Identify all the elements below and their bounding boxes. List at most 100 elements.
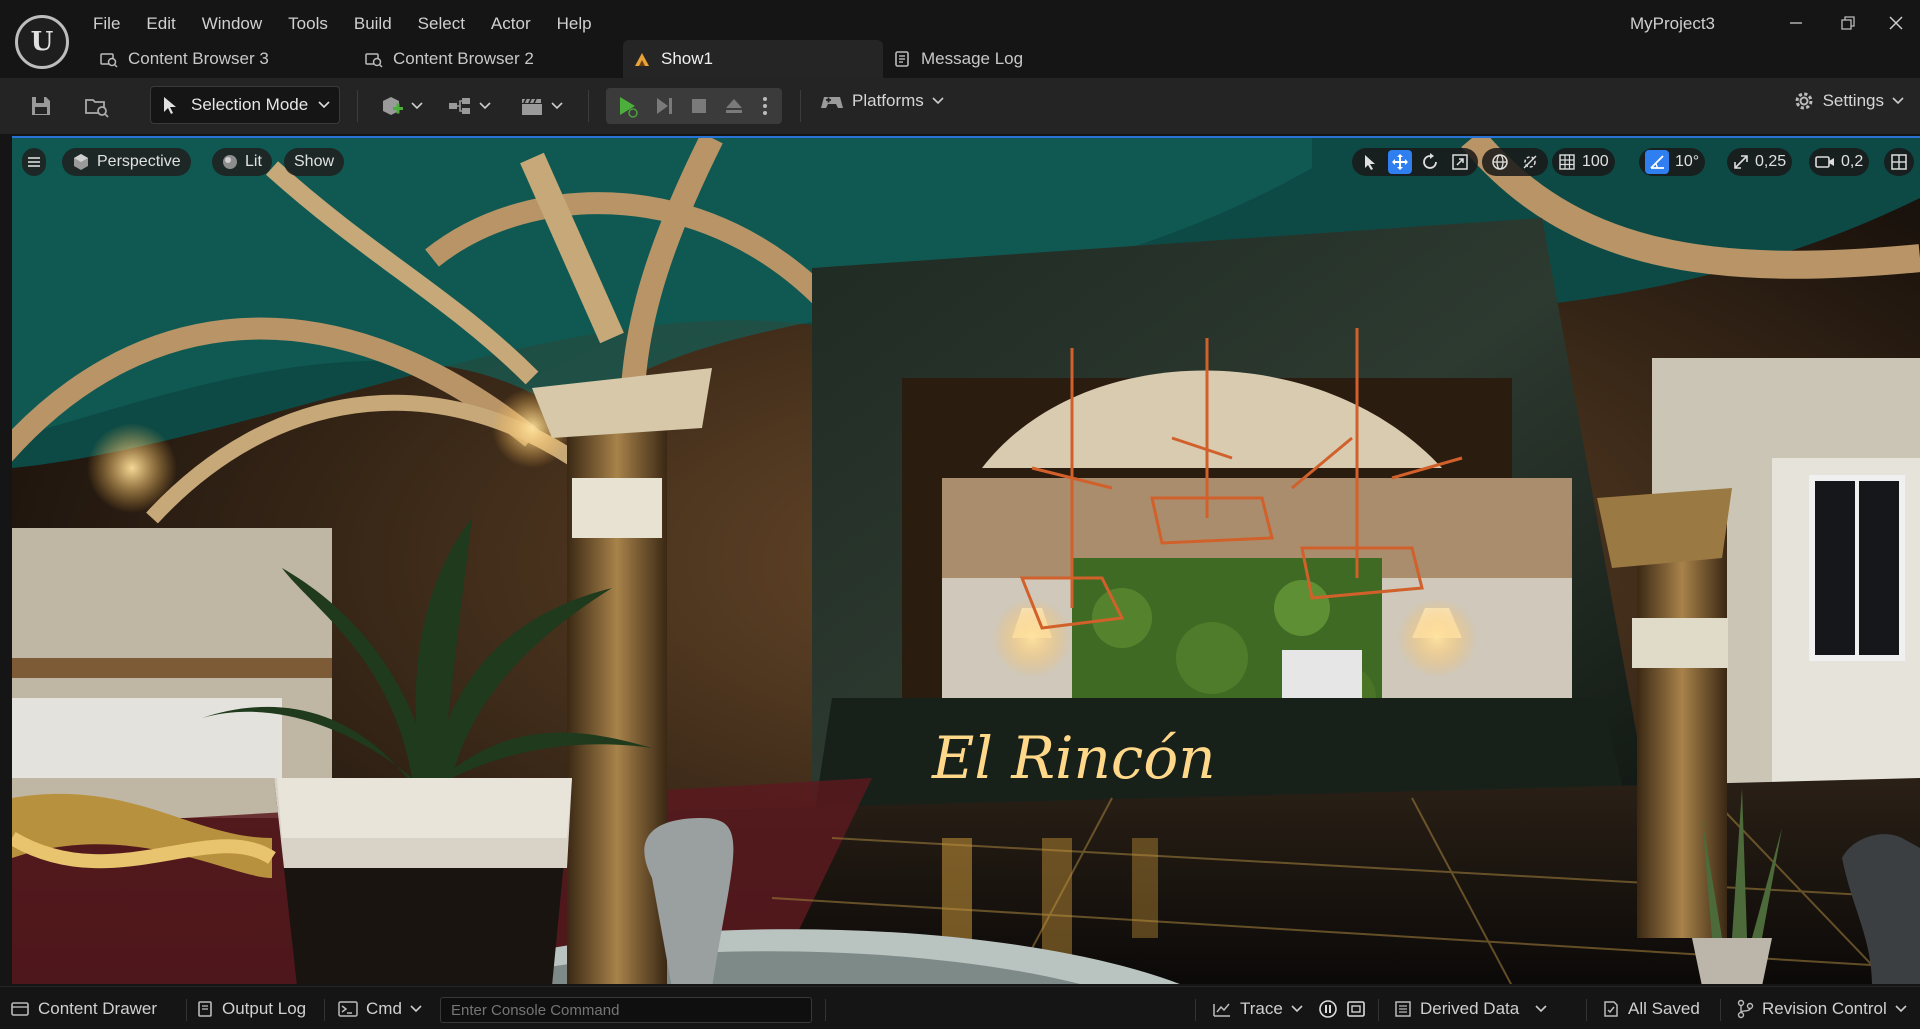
translate-tool-button[interactable] [1388, 150, 1412, 174]
angle-icon [1645, 150, 1669, 174]
main-toolbar: Selection Mode Platforms Settings [0, 78, 1920, 134]
menu-help[interactable]: Help [544, 10, 605, 38]
scale-icon [1452, 154, 1468, 170]
selection-mode-dropdown[interactable]: Selection Mode [150, 86, 340, 124]
derived-data-dropdown[interactable]: Derived Data [1394, 995, 1547, 1023]
restore-icon [1841, 16, 1855, 30]
step-forward-button[interactable] [650, 86, 678, 126]
rotation-snap-value: 10° [1675, 153, 1700, 170]
clapperboard-icon [522, 98, 542, 115]
trace-label: Trace [1240, 999, 1283, 1018]
toolbar-separator [357, 90, 358, 122]
content-browser-icon [85, 99, 109, 118]
grid-icon [1559, 154, 1575, 170]
logo-glyph: U [30, 27, 54, 57]
surface-snap-icon [1523, 155, 1537, 169]
viewport-layout-button[interactable] [1884, 148, 1914, 176]
show-flags-button[interactable]: Show [284, 148, 345, 176]
restore-button[interactable] [1824, 6, 1872, 40]
blueprint-icon [449, 98, 470, 114]
chevron-down-icon [318, 101, 330, 109]
browse-content-button[interactable] [80, 86, 114, 126]
rotate-tool-button[interactable] [1418, 150, 1442, 174]
statusbar-separator [1720, 999, 1721, 1021]
save-button[interactable] [24, 86, 58, 126]
play-button[interactable] [612, 86, 642, 126]
all-saved-label: All Saved [1628, 999, 1700, 1018]
scale-snap-icon [1734, 155, 1748, 169]
unreal-logo[interactable]: U [15, 15, 69, 69]
grid-snap-button[interactable]: 100 [1552, 148, 1615, 176]
chevron-down-icon [411, 102, 423, 110]
play-icon [620, 97, 638, 118]
trace-screenshot-button[interactable] [1346, 995, 1366, 1023]
revision-control-dropdown[interactable]: Revision Control [1736, 995, 1907, 1023]
eject-button[interactable] [720, 86, 748, 126]
camera-speed-button[interactable]: 0,2 [1809, 148, 1870, 176]
menu-file[interactable]: File [80, 10, 133, 38]
perspective-button[interactable]: Perspective [62, 148, 191, 176]
coordinate-space-group [1482, 148, 1548, 176]
surface-snapping-button[interactable] [1518, 150, 1542, 174]
level-icon [633, 50, 651, 68]
gamepad-icon [821, 97, 843, 108]
cmd-dropdown[interactable]: Cmd [338, 995, 422, 1023]
tab-content-browser-3[interactable]: Content Browser 3 [90, 40, 355, 78]
tab-content-browser-2[interactable]: Content Browser 2 [355, 40, 623, 78]
minimize-icon [1790, 22, 1802, 24]
output-log-button[interactable]: Output Log [196, 995, 306, 1023]
menu-tools[interactable]: Tools [275, 10, 341, 38]
tab-message-log[interactable]: Message Log [883, 40, 1053, 78]
blueprints-button[interactable] [444, 86, 494, 126]
console-command-input[interactable] [440, 997, 812, 1023]
minimize-button[interactable] [1772, 6, 1820, 40]
statusbar-separator [1195, 999, 1196, 1021]
viewport-menu-button[interactable] [22, 148, 46, 176]
menu-edit[interactable]: Edit [133, 10, 188, 38]
trace-dropdown[interactable]: Trace [1212, 995, 1303, 1023]
cinematics-button[interactable] [516, 86, 566, 126]
all-saved-button[interactable]: All Saved [1602, 995, 1700, 1023]
gear-icon [1795, 92, 1813, 110]
stop-button[interactable] [685, 86, 713, 126]
chevron-down-icon [551, 102, 563, 110]
scale-tool-button[interactable] [1448, 150, 1472, 174]
world-space-button[interactable] [1488, 150, 1512, 174]
tab-show1[interactable]: Show1 [623, 40, 883, 78]
stop-icon [692, 99, 706, 113]
chevron-down-icon [479, 102, 491, 110]
chevron-down-icon [1892, 97, 1904, 105]
platforms-dropdown[interactable]: Platforms [820, 90, 944, 112]
statusbar-separator [1586, 999, 1587, 1021]
eject-icon [726, 99, 742, 113]
scene-render[interactable]: El Rincón [12, 138, 1920, 984]
content-drawer-button[interactable]: Content Drawer [10, 995, 157, 1023]
hamburger-icon [28, 157, 40, 167]
lit-label: Lit [245, 153, 262, 170]
rotation-snap-button[interactable]: 10° [1639, 148, 1706, 176]
close-button[interactable] [1872, 6, 1920, 40]
menu-select[interactable]: Select [405, 10, 478, 38]
chevron-down-icon [1895, 1005, 1907, 1013]
chevron-down-icon [932, 97, 944, 105]
play-options-button[interactable] [756, 86, 774, 126]
menu-window[interactable]: Window [189, 10, 275, 38]
menu-actor[interactable]: Actor [478, 10, 544, 38]
screenshot-icon [1347, 1001, 1365, 1017]
more-vertical-icon [763, 97, 767, 115]
view-mode-lit-button[interactable]: Lit [212, 148, 272, 176]
branch-icon [1737, 999, 1754, 1019]
scale-snap-button[interactable]: 0,25 [1727, 148, 1793, 176]
menu-build[interactable]: Build [341, 10, 405, 38]
cube-icon [74, 154, 88, 170]
menu-bar: File Edit Window Tools Build Select Acto… [80, 10, 605, 38]
level-viewport[interactable]: El Rincón Perspective Lit Show 100 10° 0… [12, 136, 1920, 984]
select-tool-button[interactable] [1358, 150, 1382, 174]
quick-add-button[interactable] [376, 86, 426, 126]
revision-control-label: Revision Control [1762, 999, 1887, 1018]
settings-dropdown[interactable]: Settings [1793, 90, 1904, 112]
title-bar: U File Edit Window Tools Build Select Ac… [0, 0, 1920, 78]
content-drawer-icon [11, 1002, 29, 1016]
statusbar-separator [1378, 999, 1379, 1021]
trace-record-button[interactable] [1318, 995, 1338, 1023]
